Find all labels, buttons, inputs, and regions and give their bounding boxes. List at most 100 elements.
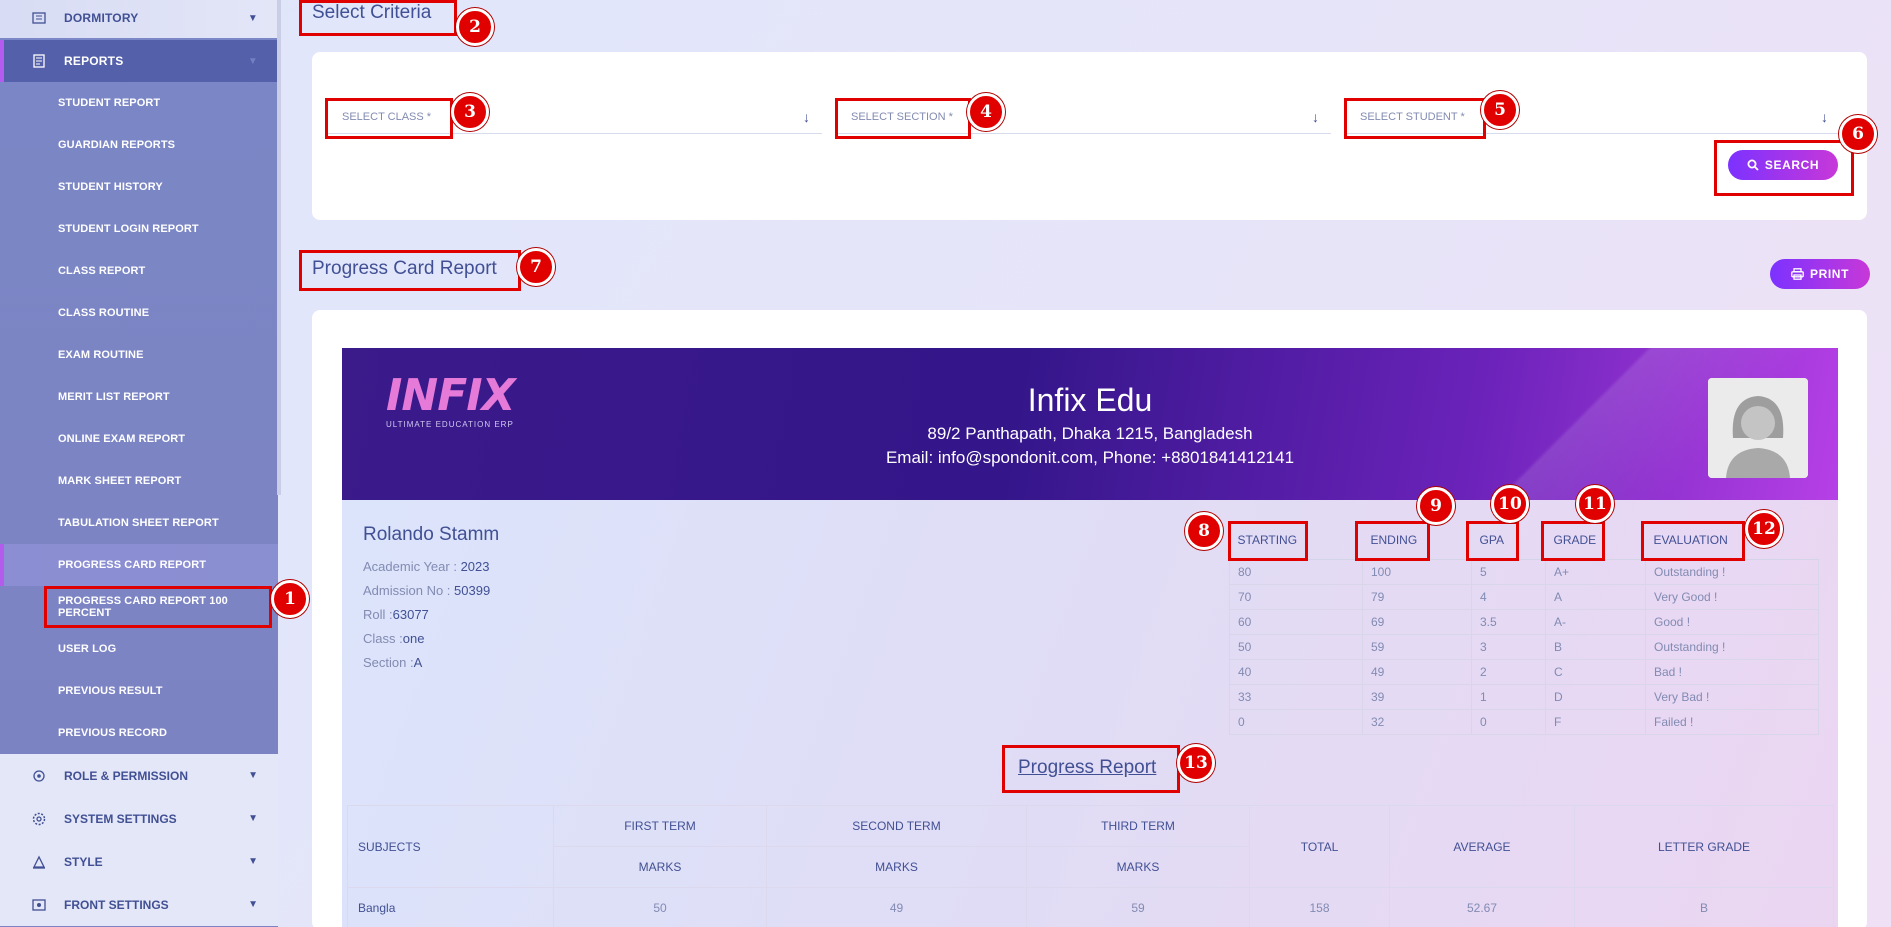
annotation-box-6 — [1714, 140, 1854, 196]
header-marks: MARKS — [1026, 846, 1250, 888]
table-cell: 50 — [553, 887, 767, 927]
sidebar-item-label: CLASS REPORT — [58, 265, 146, 277]
header-marks: MARKS — [553, 846, 767, 888]
sidebar-item-reports[interactable]: REPORTS ▼ — [0, 40, 278, 82]
table-row: 0 32 0 F Failed ! — [1229, 708, 1819, 735]
table-cell: B — [1574, 887, 1834, 927]
table-cell: 49 — [1362, 658, 1472, 685]
table-cell: A+ — [1545, 558, 1646, 585]
student-name: Rolando Stamm — [363, 524, 500, 545]
annotation-box-11 — [1541, 521, 1605, 561]
style-icon — [30, 853, 48, 871]
marks-table: SUBJECTS FIRST TERM SECOND TERM THIRD TE… — [347, 805, 1834, 927]
sidebar-item-merit-list-report[interactable]: MERIT LIST REPORT — [0, 376, 278, 418]
sidebar-item-label: STUDENT REPORT — [58, 97, 161, 109]
annotation-box-7 — [299, 250, 521, 291]
sidebar-item-label: TABULATION SHEET REPORT — [58, 517, 219, 529]
school-address: 89/2 Panthapath, Dhaka 1215, Bangladesh — [927, 424, 1253, 443]
chevron-down-icon: ▼ — [247, 12, 258, 24]
print-button-label: PRINT — [1810, 267, 1849, 281]
table-cell: F — [1545, 708, 1646, 735]
sidebar-item-student-report[interactable]: STUDENT REPORT — [0, 82, 278, 124]
sidebar-item-previous-record[interactable]: PREVIOUS RECORD — [0, 712, 278, 754]
table-row: 33 39 1 D Very Bad ! — [1229, 683, 1819, 710]
chevron-down-icon: ▼ — [248, 899, 258, 910]
sidebar-item-guardian-reports[interactable]: GUARDIAN REPORTS — [0, 124, 278, 166]
academic-year-label: Academic Year : — [363, 559, 461, 574]
sidebar-item-front-settings[interactable]: FRONT SETTINGS ▼ — [0, 883, 278, 926]
annotation-badge-11: 11 — [1576, 485, 1614, 523]
sidebar-item-class-report[interactable]: CLASS REPORT — [0, 250, 278, 292]
annotation-badge-9: 9 — [1417, 487, 1455, 525]
sidebar-item-mark-sheet-report[interactable]: MARK SHEET REPORT — [0, 460, 278, 502]
admission-value: 50399 — [454, 583, 491, 598]
table-cell: 100 — [1362, 558, 1472, 585]
sidebar-item-student-login-report[interactable]: STUDENT LOGIN REPORT — [0, 208, 278, 250]
annotation-box-13 — [1002, 745, 1180, 793]
sidebar-item-label: DORMITORY — [64, 11, 139, 25]
annotation-box-9 — [1355, 521, 1430, 561]
class-value: one — [402, 631, 425, 646]
annotation-box-2 — [299, 0, 457, 36]
annotation-box-5 — [1344, 98, 1486, 139]
class-label: Class : — [363, 631, 403, 646]
header-letter-grade: LETTER GRADE — [1574, 805, 1834, 888]
school-contact: Email: info@spondonit.com, Phone: +88018… — [885, 448, 1295, 467]
sidebar-item-exam-routine[interactable]: EXAM ROUTINE — [0, 334, 278, 376]
report-banner: INFIX ULTIMATE EDUCATION ERP Infix Edu 8… — [342, 348, 1838, 500]
table-cell: 32 — [1362, 708, 1472, 735]
table-row: 40 49 2 C Bad ! — [1229, 658, 1819, 685]
admission-no: Admission No : 50399 — [363, 583, 490, 598]
sidebar-item-user-log[interactable]: USER LOG — [0, 628, 278, 670]
sidebar-item-style[interactable]: STYLE ▼ — [0, 840, 278, 883]
sidebar-item-label: PROGRESS CARD REPORT — [58, 559, 207, 571]
table-cell: 40 — [1229, 658, 1363, 685]
school-name: Infix Edu — [1027, 382, 1153, 418]
sidebar-item-label: PREVIOUS RESULT — [58, 685, 163, 697]
table-cell: 59 — [1362, 633, 1472, 660]
chevron-down-icon: ▼ — [248, 813, 258, 824]
sidebar-item-previous-result[interactable]: PREVIOUS RESULT — [0, 670, 278, 712]
criteria-card — [312, 52, 1867, 220]
header-subjects: SUBJECTS — [347, 805, 554, 888]
printer-icon — [1791, 268, 1804, 280]
sidebar-item-role-permission[interactable]: ROLE & PERMISSION ▼ — [0, 754, 278, 797]
arrow-down-icon: ↓ — [803, 108, 810, 125]
table-cell: D — [1545, 683, 1646, 710]
print-button[interactable]: PRINT — [1770, 259, 1870, 289]
sidebar-item-system-settings[interactable]: SYSTEM SETTINGS ▼ — [0, 797, 278, 840]
sidebar-scrollbar[interactable] — [277, 0, 281, 495]
arrow-down-icon: ↓ — [1312, 108, 1319, 125]
annotation-badge-5: 5 — [1481, 91, 1519, 129]
sidebar-item-student-history[interactable]: STUDENT HISTORY — [0, 166, 278, 208]
table-cell: B — [1545, 633, 1646, 660]
sidebar-item-tabulation-sheet-report[interactable]: TABULATION SHEET REPORT — [0, 502, 278, 544]
table-cell: 49 — [766, 887, 1027, 927]
admission-label: Admission No : — [363, 583, 455, 598]
sidebar-item-label: CLASS ROUTINE — [58, 307, 150, 319]
table-cell: 60 — [1229, 608, 1363, 635]
sidebar-item-label: STUDENT LOGIN REPORT — [58, 223, 199, 235]
table-row: 80 100 5 A+ Outstanding ! — [1229, 558, 1819, 585]
annotation-box-4 — [835, 98, 971, 139]
table-cell: Bad ! — [1645, 658, 1819, 685]
header-second-term: SECOND TERM — [766, 805, 1027, 847]
table-cell: 50 — [1229, 633, 1363, 660]
annotation-badge-12: 12 — [1745, 510, 1783, 548]
annotation-badge-7: 7 — [517, 248, 555, 286]
academic-year-value: 2023 — [460, 559, 490, 574]
table-cell: 2 — [1471, 658, 1546, 685]
roll-label: Roll : — [363, 607, 393, 622]
sidebar-item-label: STUDENT HISTORY — [58, 181, 163, 193]
table-cell: 69 — [1362, 608, 1472, 635]
class: Class :one — [363, 631, 424, 646]
sidebar-item-online-exam-report[interactable]: ONLINE EXAM REPORT — [0, 418, 278, 460]
dormitory-icon — [30, 9, 48, 27]
sidebar-item-dormitory[interactable]: DORMITORY ▼ — [0, 0, 278, 38]
sidebar-item-progress-card-report[interactable]: PROGRESS CARD REPORT — [0, 544, 278, 586]
annotation-box-8 — [1228, 521, 1308, 561]
table-cell: 0 — [1229, 708, 1363, 735]
sidebar-item-class-routine[interactable]: CLASS ROUTINE — [0, 292, 278, 334]
table-cell: 158 — [1249, 887, 1390, 927]
annotation-badge-1: 1 — [271, 580, 309, 618]
